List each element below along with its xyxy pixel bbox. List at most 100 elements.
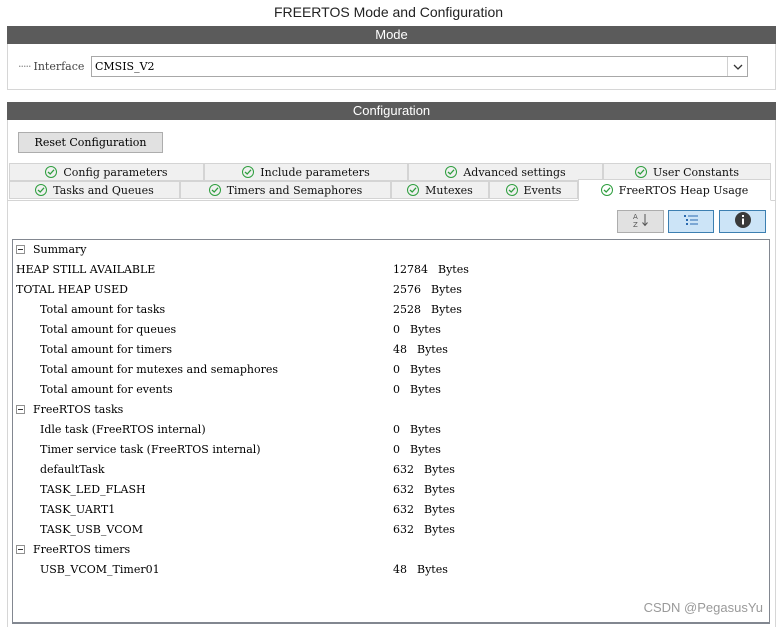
tree-item-unit: Bytes — [424, 503, 455, 516]
tab-label: Timers and Semaphores — [226, 183, 363, 197]
collapse-icon[interactable] — [16, 405, 25, 414]
tab-advanced-settings[interactable]: Advanced settings — [408, 163, 603, 181]
tree-item-unit: Bytes — [417, 343, 448, 356]
info-icon — [734, 211, 752, 232]
check-circle-icon — [407, 184, 420, 196]
collapse-icon[interactable] — [16, 245, 25, 254]
tree-group-label: FreeRTOS timers — [33, 543, 131, 556]
panel-bottom-border — [12, 623, 770, 624]
svg-text:A: A — [633, 213, 638, 221]
tree-item-label: Total amount for events — [40, 383, 173, 396]
tree-item-value: 0 — [393, 383, 400, 396]
reset-configuration-button[interactable]: Reset Configuration — [18, 132, 163, 153]
tree-group-row[interactable]: Summary — [13, 240, 769, 260]
tab-label: Events — [523, 183, 562, 197]
watermark-text: CSDN @PegasusYu — [643, 600, 763, 615]
chevron-down-icon[interactable] — [727, 57, 747, 76]
tree-item-value: 632 — [393, 463, 414, 476]
check-circle-icon — [208, 184, 221, 196]
tree-item-row[interactable]: Idle task (FreeRTOS internal) 0 Bytes — [13, 420, 769, 440]
tree-item-value: 0 — [393, 423, 400, 436]
tree-item-row[interactable]: Total amount for mutexes and semaphores 0… — [13, 360, 769, 380]
tree-item-label: Total amount for queues — [40, 323, 177, 336]
tree-item-row[interactable]: TASK_UART1 632 Bytes — [13, 500, 769, 520]
tree-item-label: USB_VCOM_Timer01 — [40, 563, 160, 576]
tab-label: Tasks and Queues — [53, 183, 154, 197]
tree-item-row[interactable]: Total amount for queues 0 Bytes — [13, 320, 769, 340]
interface-label: ····· Interface — [18, 60, 85, 73]
svg-text:Z: Z — [633, 221, 638, 228]
tree-item-unit: Bytes — [424, 523, 455, 536]
tree-item-unit: Bytes — [424, 463, 455, 476]
tree-item-label: TASK_USB_VCOM — [40, 523, 143, 536]
tree-item-label: Total amount for tasks — [40, 303, 166, 316]
tree-item-row[interactable]: Timer service task (FreeRTOS internal) 0 B… — [13, 440, 769, 460]
check-circle-icon — [600, 184, 613, 196]
tree-item-label: TASK_UART1 — [40, 503, 116, 516]
tab-label: Include parameters — [260, 165, 370, 179]
tree-item-value: 48 — [393, 563, 407, 576]
tab-include-parameters[interactable]: Include parameters — [204, 163, 408, 181]
tree-group-label: FreeRTOS tasks — [33, 403, 124, 416]
tree-item-unit: Bytes — [410, 323, 441, 336]
tree-item-unit: Bytes — [410, 363, 441, 376]
check-circle-icon — [505, 184, 518, 196]
sort-button[interactable]: A Z — [617, 210, 664, 233]
tree-item-unit: Bytes — [424, 483, 455, 496]
interface-select-value: CMSIS_V2 — [95, 60, 155, 73]
tree-item-value: 12784 — [393, 263, 428, 276]
info-button[interactable] — [719, 210, 766, 233]
tree-item-value: 0 — [393, 363, 400, 376]
tree-item-unit: Bytes — [431, 283, 462, 296]
check-circle-icon — [242, 166, 255, 178]
tab-tasks-and-queues[interactable]: Tasks and Queues — [9, 181, 180, 199]
tab-mutexes[interactable]: Mutexes — [391, 181, 489, 199]
window-title: FREERTOS Mode and Configuration — [273, 4, 504, 20]
heap-usage-tree[interactable]: Summary HEAP STILL AVAILABLE 12784 Bytes TOT… — [12, 239, 770, 623]
tree-item-value: 632 — [393, 503, 414, 516]
list-view-button[interactable] — [668, 210, 714, 233]
tree-item-unit: Bytes — [417, 563, 448, 576]
tree-item-unit: Bytes — [410, 423, 441, 436]
tab-events[interactable]: Events — [489, 181, 578, 199]
tree-item-row[interactable]: HEAP STILL AVAILABLE 12784 Bytes — [13, 260, 769, 280]
tree-item-unit: Bytes — [431, 303, 462, 316]
tree-item-row[interactable]: TOTAL HEAP USED 2576 Bytes — [13, 280, 769, 300]
tree-item-value: 2528 — [393, 303, 421, 316]
tree-item-row[interactable]: Total amount for events 0 Bytes — [13, 380, 769, 400]
tree-item-row[interactable]: TASK_USB_VCOM 632 Bytes — [13, 520, 769, 540]
tab-label: Config parameters — [63, 165, 168, 179]
tab-config-parameters[interactable]: Config parameters — [9, 163, 204, 181]
tab-freertos-heap-usage[interactable]: FreeRTOS Heap Usage — [578, 179, 771, 201]
collapse-icon[interactable] — [16, 545, 25, 554]
tree-item-label: HEAP STILL AVAILABLE — [16, 263, 156, 276]
interface-select[interactable]: CMSIS_V2 — [91, 56, 748, 77]
tree-item-label: TOTAL HEAP USED — [16, 283, 128, 296]
tab-label: User Constants — [652, 165, 740, 179]
tree-item-row[interactable]: USB_VCOM_Timer01 48 Bytes — [13, 560, 769, 580]
tree-item-value: 0 — [393, 443, 400, 456]
tree-item-unit: Bytes — [410, 443, 441, 456]
sort-az-icon: A Z — [632, 212, 650, 231]
tree-item-label: Idle task (FreeRTOS internal) — [40, 423, 206, 436]
check-circle-icon — [45, 166, 58, 178]
tree-group-row[interactable]: FreeRTOS timers — [13, 540, 769, 560]
tab-label: Mutexes — [425, 183, 473, 197]
interface-label-text: Interface — [33, 60, 85, 73]
tab-label: FreeRTOS Heap Usage — [618, 183, 749, 197]
tree-item-row[interactable]: Total amount for timers 48 Bytes — [13, 340, 769, 360]
tree-item-row[interactable]: defaultTask 632 Bytes — [13, 460, 769, 480]
configuration-section-header: Configuration — [7, 102, 776, 120]
tree-item-label: TASK_LED_FLASH — [40, 483, 146, 496]
tree-group-row[interactable]: FreeRTOS tasks — [13, 400, 769, 420]
tree-item-row[interactable]: Total amount for tasks 2528 Bytes — [13, 300, 769, 320]
tree-item-unit: Bytes — [438, 263, 469, 276]
tree-item-value: 632 — [393, 523, 414, 536]
tree-item-label: defaultTask — [40, 463, 105, 476]
list-view-icon — [683, 213, 699, 230]
tab-timers-and-semaphores[interactable]: Timers and Semaphores — [180, 181, 391, 199]
check-circle-icon — [634, 166, 647, 178]
tree-item-value: 632 — [393, 483, 414, 496]
mode-section-header: Mode — [7, 26, 776, 44]
tree-item-row[interactable]: TASK_LED_FLASH 632 Bytes — [13, 480, 769, 500]
